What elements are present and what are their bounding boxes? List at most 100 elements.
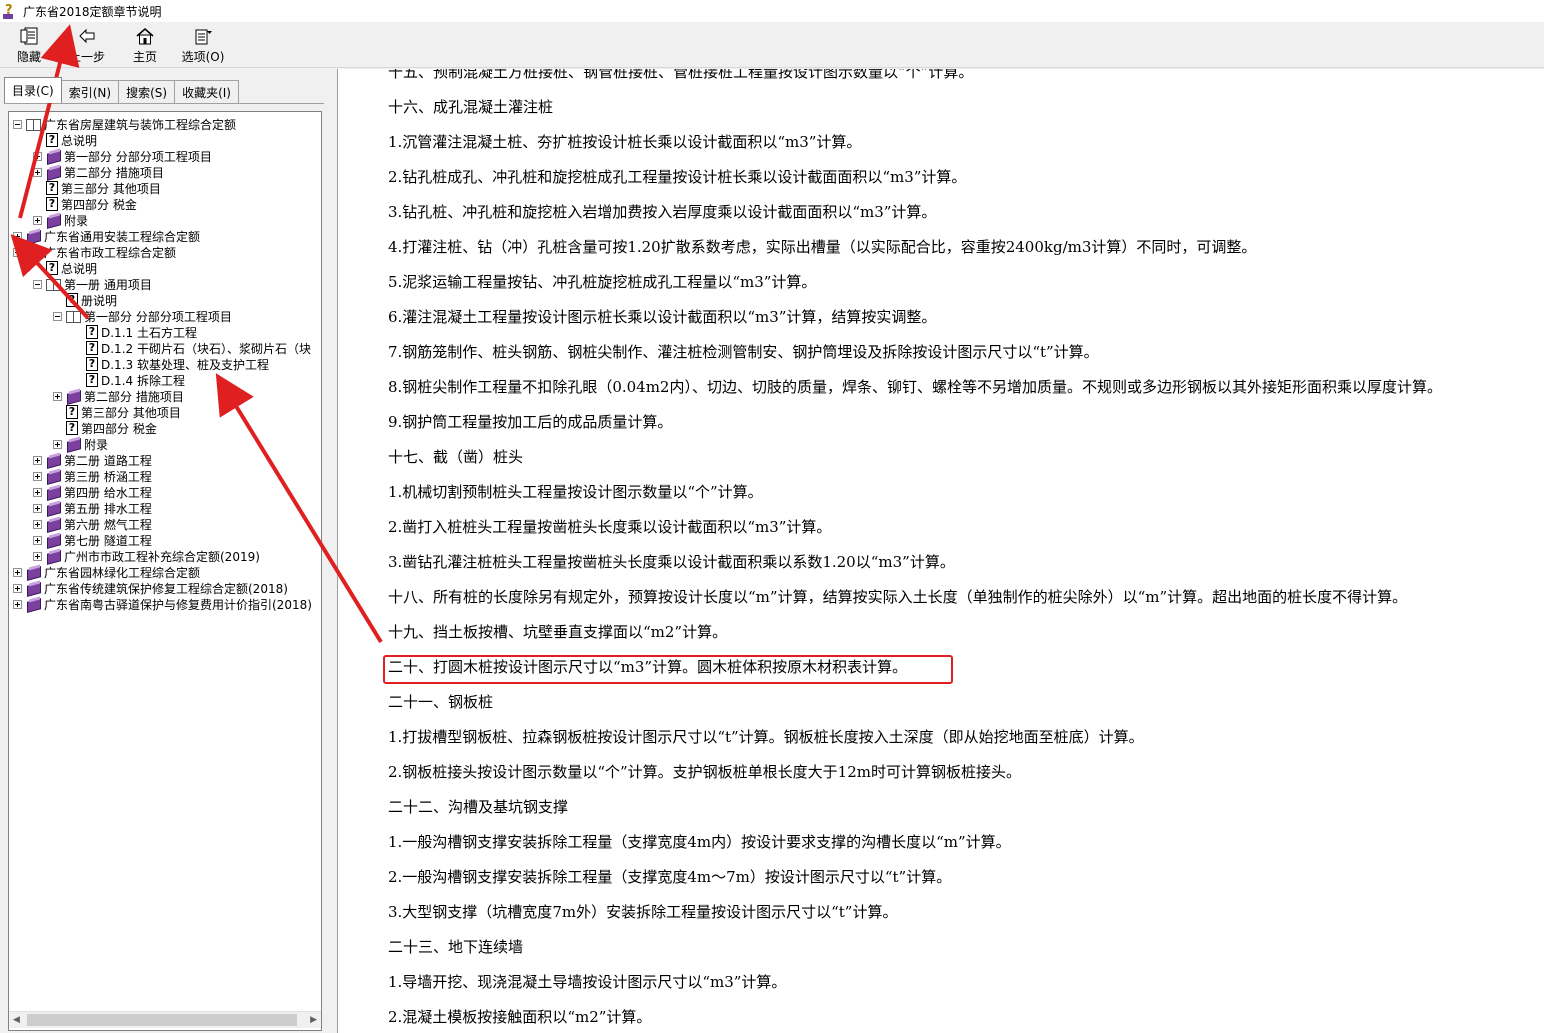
tree-item[interactable]: ? D.1.1 土石方工程 [73,324,197,340]
tree-item[interactable]: ? 总说明 [33,132,97,148]
book-icon [46,165,62,179]
tree-item[interactable]: ? 第四部分 税金 [53,420,157,436]
tree-item[interactable]: 第二部分 措施项目 [33,164,164,180]
tree-horizontal-scrollbar[interactable]: ◀ ▶ [9,1011,321,1028]
tree-item[interactable]: 第一部分 分部分项工程项目 [33,148,212,164]
content-line: 十八、所有桩的长度除另有规定外，预算按设计长度以“m”计算，结算按实际入土长度（… [388,588,1408,606]
content-line: 3.凿钻孔灌注桩桩头工程量按凿桩头长度乘以设计截面积乘以系数1.20以“m3”计… [388,553,955,571]
expand-icon[interactable] [13,599,22,609]
tree-item-label: 第二册 道路工程 [64,453,152,468]
home-button[interactable]: 主页 [116,22,174,68]
home-icon [134,26,156,46]
tree-item[interactable]: ? 总说明 [33,260,97,276]
expand-icon[interactable] [53,439,62,449]
tree-item[interactable]: 第三册 桥涵工程 [33,468,152,484]
collapse-icon[interactable] [53,311,62,321]
expand-icon[interactable] [33,503,42,513]
tree-item[interactable]: 广东省南粤古驿道保护与修复费用计价指引(2018) [13,596,312,612]
expand-icon[interactable] [33,455,42,465]
tree-item[interactable]: 广东省市政工程综合定额 [13,244,176,260]
content-line: 2.钻孔桩成孔、冲孔桩和旋挖桩成孔工程量按设计桩长乘以设计截面面积以“m3”计算… [388,168,967,186]
content-line: 十七、截（凿）桩头 [388,448,524,466]
expand-icon[interactable] [33,167,42,177]
tree-item-label: 总说明 [61,133,98,148]
help-app-icon: ? [3,3,13,19]
collapse-icon[interactable] [33,279,42,289]
help-page-icon: ? [86,325,98,339]
back-label: 上一步 [68,50,105,64]
hide-button[interactable]: 隐藏 [0,22,58,68]
content-line: 7.钢筋笼制作、桩头钢筋、钢桩尖制作、灌注桩检测管制安、钢护筒埋设及拆除按设计图… [388,343,1099,361]
expand-icon[interactable] [33,487,42,497]
navigation-pane: 目录(C) 索引(N) 搜索(S) 收藏夹(I) 广东省房屋建筑与装饰工程综合定… [0,69,333,1033]
book-icon [66,389,82,403]
tree-item[interactable]: ? D.1.3 软基处理、桩及支护工程 [73,356,269,372]
tree-item[interactable]: 广东省通用安装工程综合定额 [13,228,200,244]
expand-icon[interactable] [53,391,62,401]
expand-icon[interactable] [33,471,42,481]
tree-item[interactable]: 附录 [53,436,108,452]
book-icon [46,533,62,547]
tree-item-label: 第二部分 措施项目 [64,165,164,180]
tree-item[interactable]: 广东省房屋建筑与装饰工程综合定额 [13,116,236,132]
tab-favorites[interactable]: 收藏夹(I) [174,80,239,103]
tree-item[interactable]: 第一部分 分部分项工程项目 [53,308,232,324]
content-line: 2.钢板桩接头按设计图示数量以“个”计算。支护钢板桩单根长度大于12m时可计算钢… [388,763,1021,781]
expand-icon[interactable] [13,231,22,241]
tree-item[interactable]: 广东省园林绿化工程综合定额 [13,564,200,580]
tree-item[interactable]: 第七册 隧道工程 [33,532,152,548]
tree-item-label: 附录 [84,437,109,452]
tree-item[interactable]: 第六册 燃气工程 [33,516,152,532]
scrollbar-thumb[interactable] [27,1014,297,1026]
expand-icon[interactable] [33,519,42,529]
tree-item-label: D.1.1 土石方工程 [101,325,197,340]
tree-item[interactable]: ? D.1.2 干砌片石（块石）、浆砌片石（块 [73,340,311,356]
collapse-icon[interactable] [13,119,22,129]
book-icon [46,517,62,531]
tree-item[interactable]: 第四册 给水工程 [33,484,152,500]
back-button[interactable]: 上一步 [58,22,116,68]
tab-index[interactable]: 索引(N) [60,80,120,103]
book-icon [26,597,42,611]
content-line: 3.钻孔桩、冲孔桩和旋挖桩入岩增加费按入岩厚度乘以设计截面面积以“m3”计算。 [388,203,937,221]
expand-icon[interactable] [33,535,42,545]
expand-icon[interactable] [33,551,42,561]
tree-item-label: 广东省市政工程综合定额 [44,245,177,260]
options-icon [192,26,214,46]
collapse-icon[interactable] [13,247,22,257]
tree-item[interactable]: ? 第四部分 税金 [33,196,137,212]
tab-search[interactable]: 搜索(S) [118,80,176,103]
tree-item[interactable]: ? 册说明 [53,292,117,308]
content-line: 十五、预制混凝土方桩接桩、钢管桩接桩、管桩接桩工程量按设计图示数量以“个”计算。 [388,69,974,81]
tab-contents[interactable]: 目录(C) [4,77,62,103]
expand-icon[interactable] [13,567,22,577]
tree-item[interactable]: 第二册 道路工程 [33,452,152,468]
tree-item[interactable]: 第五册 排水工程 [33,500,152,516]
tree-item[interactable]: ? 第三部分 其他项目 [33,180,161,196]
scroll-left-icon[interactable]: ◀ [13,1015,20,1025]
tree-item[interactable]: 附录 [33,212,88,228]
content-line: 1.打拔槽型钢板桩、拉森钢板桩按设计图示尺寸以“t”计算。钢板桩长度按入土深度（… [388,728,1144,746]
tree-item-label: 第五册 排水工程 [64,501,152,516]
tree-item[interactable]: ? 第三部分 其他项目 [53,404,181,420]
tree-item-label: 第三部分 其他项目 [61,181,161,196]
content-line: 3.大型钢支撑（坑槽宽度7m外）安装拆除工程量按设计图示尺寸以“t”计算。 [388,903,898,921]
expand-icon[interactable] [13,583,22,593]
book-icon [46,549,62,563]
tree-item[interactable]: 广东省传统建筑保护修复工程综合定额(2018) [13,580,288,596]
book-icon [46,485,62,499]
tree-item[interactable]: 第二部分 措施项目 [53,388,184,404]
expand-icon[interactable] [33,151,42,161]
options-button[interactable]: 选项(O) [174,22,232,68]
tree-item[interactable]: ? D.1.4 拆除工程 [73,372,185,388]
tree-item[interactable]: 广州市市政工程补充综合定额(2019) [33,548,260,564]
tree-item-label: 广东省房屋建筑与装饰工程综合定额 [44,117,237,132]
contents-tree[interactable]: 广东省房屋建筑与装饰工程综合定额? 总说明 第一部分 分部分项工程项目 第二部分 措施… [8,111,322,1031]
scroll-right-icon[interactable]: ▶ [310,1015,317,1025]
expand-icon[interactable] [33,215,42,225]
tree-item[interactable]: 第一册 通用项目 [33,276,152,292]
